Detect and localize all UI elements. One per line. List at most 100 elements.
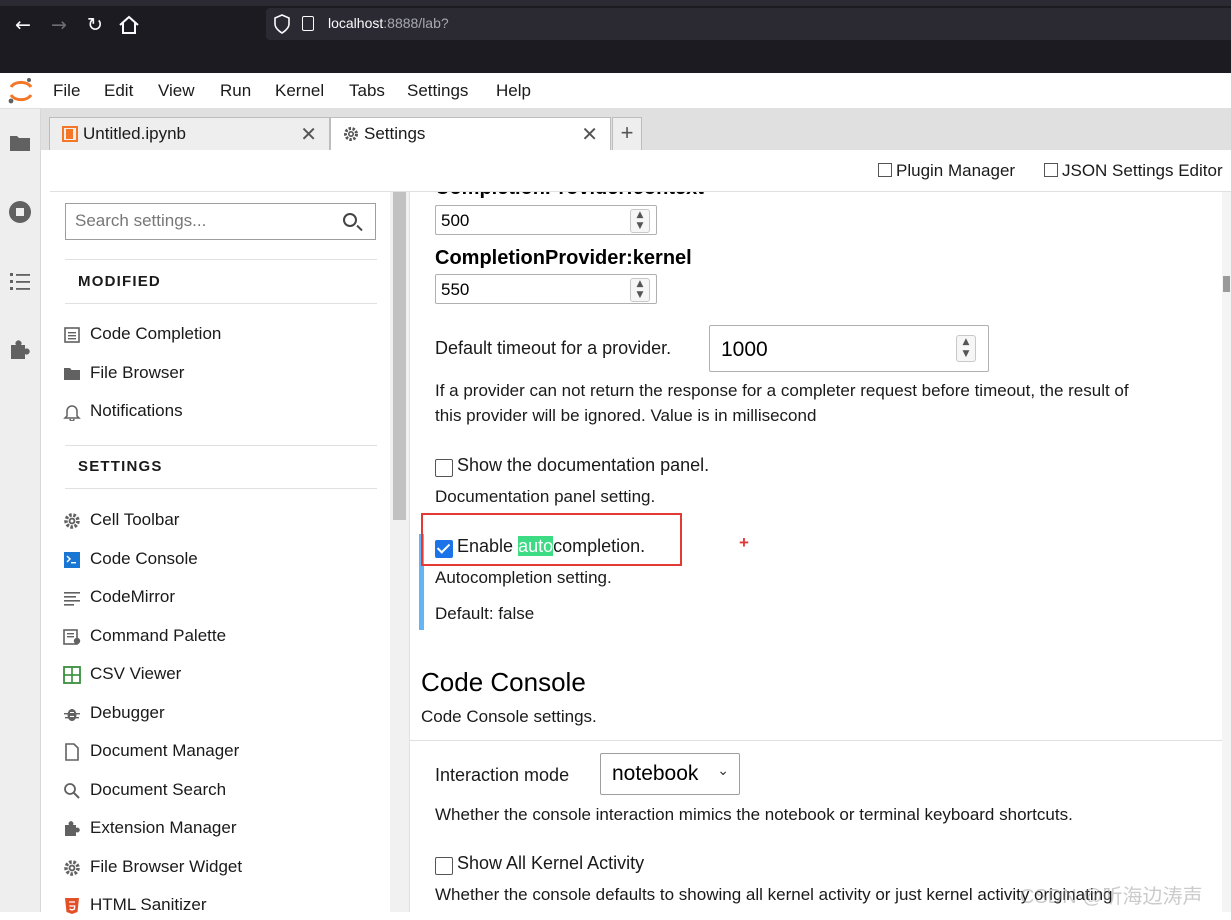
folder-icon[interactable] (8, 131, 32, 155)
code-console-section-desc: Code Console settings. (421, 707, 597, 726)
plugin-item-code-completion[interactable]: Code Completion (63, 321, 373, 349)
stepper-icon[interactable]: ▲ ▼ (630, 278, 650, 302)
plugin-item-extension-manager[interactable]: Extension Manager (63, 815, 373, 843)
code-console-section-title: Code Console (421, 667, 586, 697)
timeout-description: If a provider can not return the respons… (435, 381, 1129, 400)
kernel-number-input[interactable]: 550 ▲ ▼ (435, 274, 657, 304)
plugin-item-notifications[interactable]: Notifications (63, 398, 373, 426)
forward-icon[interactable]: → (46, 12, 72, 38)
modified-heading: MODIFIED (78, 273, 161, 290)
home-icon[interactable] (118, 15, 140, 35)
plugin-item-cell-toolbar[interactable]: Cell Toolbar (63, 507, 373, 535)
close-icon[interactable]: ✕ (300, 122, 317, 146)
timeout-number-input[interactable]: 1000 ▲ ▼ (709, 325, 989, 372)
puzzle-icon (65, 821, 80, 836)
tab-label: Untitled.ipynb (83, 124, 187, 143)
plugin-label: Cell Toolbar (90, 510, 180, 529)
menu-file[interactable]: File (53, 81, 80, 101)
plugin-label: Command Palette (90, 626, 227, 645)
plugin-label: Document Manager (90, 741, 240, 760)
context-field-title: CompletionProvider:context (435, 192, 704, 200)
stepper-icon[interactable]: ▲ ▼ (630, 209, 650, 233)
input-value: 500 (441, 211, 470, 230)
plugin-item-file-browser[interactable]: File Browser (63, 360, 373, 388)
menu-settings[interactable]: Settings (407, 81, 468, 101)
scroll-thumb[interactable] (393, 192, 406, 520)
plugin-item-csv-viewer[interactable]: CSV Viewer (63, 661, 373, 689)
search-settings-field[interactable] (65, 203, 376, 240)
sidebar-scrollbar[interactable] (390, 192, 409, 912)
search-icon (64, 783, 80, 799)
autocompletion-description: Autocompletion setting. (435, 568, 612, 587)
plugin-label: Extension Manager (90, 818, 237, 837)
menu-run[interactable]: Run (220, 81, 251, 101)
grid-icon (63, 666, 81, 684)
plugin-manager-link[interactable]: Plugin Manager (878, 161, 1015, 181)
bug-icon (64, 709, 80, 721)
json-settings-editor-link[interactable]: JSON Settings Editor (1044, 161, 1223, 181)
interaction-mode-label: Interaction mode (435, 765, 570, 785)
plugin-item-codemirror[interactable]: CodeMirror (63, 584, 373, 612)
lines-icon (64, 592, 80, 606)
settings-plugin-list: MODIFIED Code Completion File Browser No… (50, 192, 409, 914)
plugin-label: HTML Sanitizer (90, 895, 207, 914)
plugin-item-file-browser-widget[interactable]: File Browser Widget (63, 854, 373, 882)
divider (65, 259, 377, 260)
page-icon (302, 16, 314, 31)
plugin-item-document-manager[interactable]: Document Manager (63, 738, 373, 766)
address-bar[interactable]: localhost:8888/lab? (266, 8, 1231, 40)
external-link-icon (878, 163, 892, 177)
plugin-label: Code Completion (90, 324, 222, 343)
interaction-mode-select[interactable]: notebook ⌄ (600, 753, 740, 795)
panel-scrollbar[interactable] (1222, 192, 1231, 912)
back-icon[interactable]: ← (10, 12, 36, 38)
plugin-item-code-console[interactable]: Code Console (63, 546, 373, 574)
input-value: 1000 (721, 338, 768, 361)
plugin-item-debugger[interactable]: Debugger (63, 700, 373, 728)
menu-help[interactable]: Help (496, 81, 531, 101)
menu-kernel[interactable]: Kernel (275, 81, 324, 101)
timeout-label: Default timeout for a provider. (435, 338, 672, 358)
palette-icon (63, 629, 81, 645)
divider (65, 488, 377, 489)
plugin-label: Debugger (90, 703, 165, 722)
settings-heading: SETTINGS (78, 458, 163, 475)
left-activity-bar (0, 109, 41, 912)
kernel-field-title: CompletionProvider:kernel (435, 247, 692, 269)
gear-icon (64, 860, 80, 876)
search-input[interactable] (75, 211, 335, 231)
close-icon[interactable]: ✕ (581, 122, 598, 146)
plugin-item-document-search[interactable]: Document Search (63, 777, 373, 805)
gear-icon (344, 127, 358, 141)
plugin-manager-label: Plugin Manager (896, 161, 1016, 180)
annotation-box (421, 513, 682, 566)
scroll-thumb[interactable] (1223, 276, 1230, 292)
menu-bar: File Edit View Run Kernel Tabs Settings … (0, 73, 1231, 109)
search-icon (343, 213, 357, 227)
reload-icon[interactable]: ↻ (82, 12, 108, 38)
plugin-item-html-sanitizer[interactable]: HTML Sanitizer (63, 892, 373, 920)
kernel-activity-checkbox[interactable] (435, 857, 453, 875)
menu-view[interactable]: View (158, 81, 195, 101)
context-number-input[interactable]: 500 ▲ ▼ (435, 205, 657, 235)
plugin-item-command-palette[interactable]: Command Palette (63, 623, 373, 651)
tab-settings[interactable]: Settings ✕ (330, 117, 611, 151)
menu-edit[interactable]: Edit (104, 81, 133, 101)
running-stop-icon[interactable] (8, 200, 32, 224)
stepper-icon[interactable]: ▲ ▼ (956, 335, 976, 362)
url-text[interactable]: localhost:8888/lab? (328, 15, 449, 31)
browser-tabstrip (0, 0, 1231, 6)
json-editor-label: JSON Settings Editor (1062, 161, 1223, 180)
kernel-activity-description: Whether the console defaults to showing … (435, 885, 1113, 904)
tab-untitled-notebook[interactable]: Untitled.ipynb ✕ (49, 117, 330, 150)
html5-icon (65, 898, 79, 914)
menu-tabs[interactable]: Tabs (349, 81, 385, 101)
interaction-mode-description: Whether the console interaction mimics t… (435, 805, 1073, 824)
doc-panel-description: Documentation panel setting. (435, 487, 656, 506)
toc-list-icon[interactable] (8, 269, 32, 293)
doc-panel-checkbox[interactable] (435, 459, 453, 477)
tab-label: Settings (364, 124, 426, 143)
shield-icon[interactable] (274, 14, 290, 34)
new-launcher-button[interactable]: + (612, 117, 642, 150)
extension-puzzle-icon[interactable] (8, 338, 32, 362)
